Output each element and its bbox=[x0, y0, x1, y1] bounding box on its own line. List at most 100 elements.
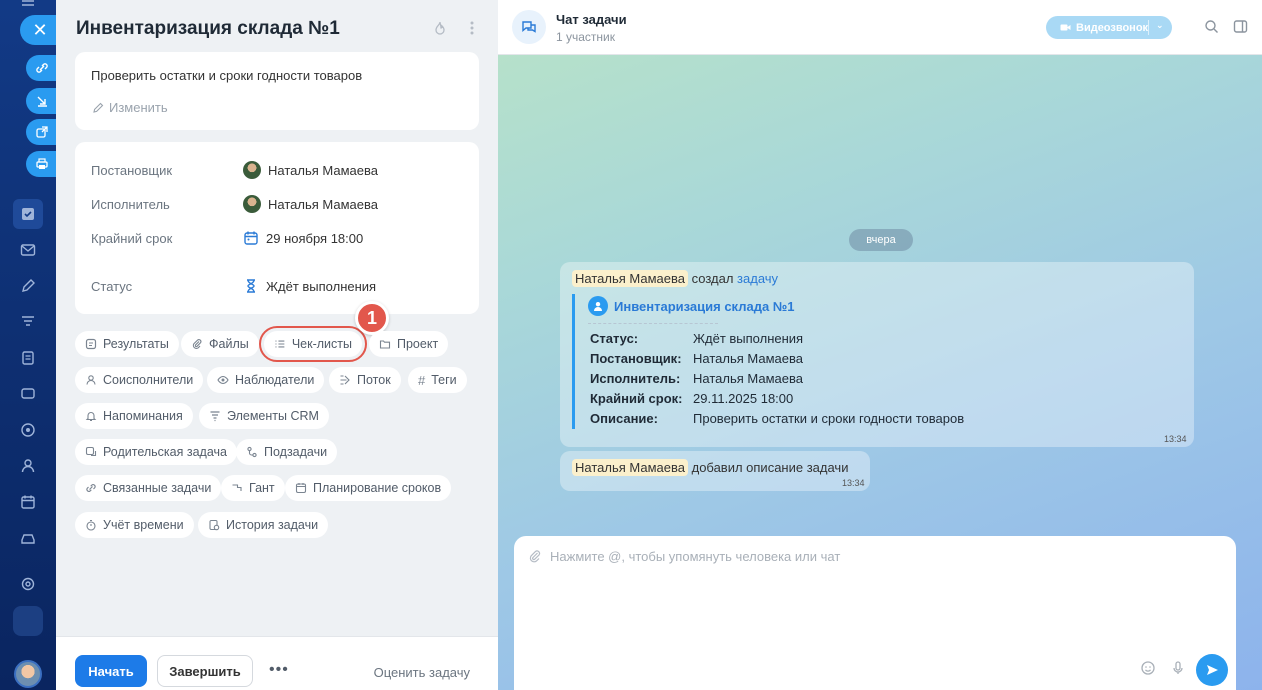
edit-label: Изменить bbox=[109, 100, 168, 115]
stopwatch-icon bbox=[86, 519, 96, 531]
download-button[interactable] bbox=[26, 88, 58, 114]
flame-icon[interactable] bbox=[432, 20, 448, 36]
chat-participants[interactable]: 1 участник bbox=[556, 30, 615, 44]
chip-crm-label: Элементы CRM bbox=[227, 409, 319, 423]
menu-icon[interactable] bbox=[13, 0, 43, 14]
send-button[interactable] bbox=[1196, 654, 1228, 686]
chip-coexecutors[interactable]: Соисполнители bbox=[75, 367, 204, 393]
finish-button[interactable]: Завершить bbox=[157, 655, 253, 687]
status-field: Статус Ждёт выполнения bbox=[91, 278, 471, 294]
deadline-text: 29 ноября 18:00 bbox=[266, 230, 364, 246]
edit-description-link[interactable]: Изменить bbox=[92, 100, 168, 115]
creator-value[interactable]: Наталья Мамаева bbox=[243, 161, 378, 179]
task-description: Проверить остатки и сроки годности товар… bbox=[91, 68, 363, 83]
chip-subtasks-label: Подзадачи bbox=[264, 445, 328, 459]
settings-icon[interactable] bbox=[13, 569, 43, 599]
attach-icon[interactable] bbox=[528, 549, 542, 566]
chevron-down-icon[interactable]: ⌄ bbox=[1156, 20, 1164, 31]
quote-key: Исполнитель: bbox=[590, 371, 681, 386]
start-button[interactable]: Начать bbox=[75, 655, 147, 687]
more-vertical-icon[interactable] bbox=[464, 20, 480, 36]
emoji-icon[interactable] bbox=[1140, 660, 1156, 676]
video-call-button[interactable]: Видеозвонок ⌄ bbox=[1046, 16, 1172, 39]
chat-title[interactable]: Чат задачи bbox=[556, 12, 627, 27]
message-author[interactable]: Наталья Мамаева bbox=[572, 459, 688, 476]
task-panel: Инвентаризация склада №1 Проверить остат… bbox=[56, 0, 498, 690]
quote-divider bbox=[588, 323, 718, 324]
quote-title-text: Инвентаризация склада №1 bbox=[614, 298, 795, 314]
planning-icon bbox=[295, 483, 307, 494]
open-new-window-button[interactable] bbox=[26, 119, 58, 145]
chip-history[interactable]: История задачи bbox=[198, 512, 329, 538]
person-icon bbox=[86, 375, 96, 385]
filter-icon[interactable] bbox=[13, 307, 43, 337]
task-fields-card: Постановщик Наталья Мамаева Исполнитель … bbox=[75, 142, 479, 314]
chip-parent-task[interactable]: Родительская задача bbox=[75, 439, 237, 465]
close-slider-button[interactable]: ✕ bbox=[20, 15, 60, 45]
status-text: Ждёт выполнения bbox=[266, 278, 377, 294]
link-icon bbox=[36, 63, 48, 73]
quote-title[interactable]: Инвентаризация склада №1 bbox=[588, 296, 795, 316]
more-apps-icon[interactable] bbox=[13, 606, 43, 636]
funnel-icon bbox=[210, 411, 220, 422]
chip-checklists[interactable]: Чек-листы bbox=[259, 326, 367, 362]
quote-row: Исполнитель: Наталья Мамаева bbox=[590, 371, 803, 386]
print-button[interactable] bbox=[26, 151, 58, 177]
quote-value: Наталья Мамаева bbox=[693, 351, 803, 366]
copy-link-button[interactable] bbox=[26, 55, 58, 81]
car-icon[interactable] bbox=[13, 523, 43, 553]
calendar-icon[interactable] bbox=[13, 487, 43, 517]
message-author[interactable]: Наталья Мамаева bbox=[572, 270, 688, 287]
chip-parent-label: Родительская задача bbox=[103, 445, 227, 459]
chip-flow[interactable]: Поток bbox=[329, 367, 401, 393]
message-composer[interactable]: Нажмите @, чтобы упомянуть человека или … bbox=[514, 536, 1236, 690]
chip-results[interactable]: Результаты bbox=[75, 331, 179, 357]
pencil-icon bbox=[93, 102, 104, 113]
message-action: создал bbox=[691, 271, 734, 286]
pen-icon[interactable] bbox=[13, 271, 43, 301]
chip-reminders[interactable]: Напоминания bbox=[75, 403, 193, 429]
chip-project[interactable]: Проект bbox=[369, 331, 449, 357]
chip-planning[interactable]: Планирование сроков bbox=[285, 475, 452, 501]
more-actions-button[interactable]: ••• bbox=[269, 661, 289, 679]
mail-icon[interactable] bbox=[13, 235, 43, 265]
chip-history-label: История задачи bbox=[226, 518, 319, 532]
download-icon bbox=[37, 96, 47, 107]
chip-time-tracking[interactable]: Учёт времени bbox=[75, 512, 194, 538]
assignee-name: Наталья Мамаева bbox=[268, 196, 378, 212]
search-icon[interactable] bbox=[1204, 19, 1219, 34]
user-avatar[interactable] bbox=[14, 660, 42, 688]
message-text: добавил описание задачи bbox=[691, 460, 849, 475]
people-icon[interactable] bbox=[13, 451, 43, 481]
calendar-icon bbox=[244, 231, 258, 245]
deadline-value[interactable]: 29 ноября 18:00 bbox=[243, 230, 363, 246]
description-card: Проверить остатки и сроки годности товар… bbox=[75, 52, 479, 130]
rate-task-link[interactable]: Оценить задачу bbox=[374, 665, 470, 680]
video-call-divider bbox=[1148, 20, 1149, 35]
chip-tags-label: Теги bbox=[431, 373, 457, 387]
deadline-field: Крайний срок 29 ноября 18:00 bbox=[91, 230, 471, 246]
quote-key: Статус: bbox=[590, 331, 639, 346]
chip-tags[interactable]: # Теги bbox=[408, 367, 467, 393]
message-header: Наталья Мамаева добавил описание задачи bbox=[572, 459, 848, 476]
creator-avatar bbox=[243, 161, 261, 179]
chip-files[interactable]: Файлы bbox=[181, 331, 259, 357]
chip-crm[interactable]: Элементы CRM bbox=[199, 403, 329, 429]
chip-related-tasks[interactable]: Связанные задачи bbox=[75, 475, 222, 501]
target-icon[interactable] bbox=[13, 415, 43, 445]
task-link[interactable]: задачу bbox=[737, 271, 778, 286]
assignee-value[interactable]: Наталья Мамаева bbox=[243, 195, 378, 213]
paperclip-icon bbox=[192, 339, 202, 349]
close-icon: ✕ bbox=[32, 19, 48, 40]
doc-icon[interactable] bbox=[13, 343, 43, 373]
tasks-icon[interactable] bbox=[13, 199, 43, 229]
task-footer: Начать Завершить ••• Оценить задачу bbox=[56, 636, 498, 690]
chat-icon[interactable] bbox=[13, 379, 43, 409]
microphone-icon[interactable] bbox=[1170, 660, 1186, 676]
quote-value: Наталья Мамаева bbox=[693, 371, 803, 386]
sidebar-toggle-icon[interactable] bbox=[1233, 19, 1248, 34]
chip-observers[interactable]: Наблюдатели bbox=[207, 367, 325, 393]
chip-subtasks[interactable]: Подзадачи bbox=[236, 439, 338, 465]
chip-gantt[interactable]: Гант bbox=[221, 475, 285, 501]
assignee-field: Исполнитель Наталья Мамаева bbox=[91, 195, 471, 213]
